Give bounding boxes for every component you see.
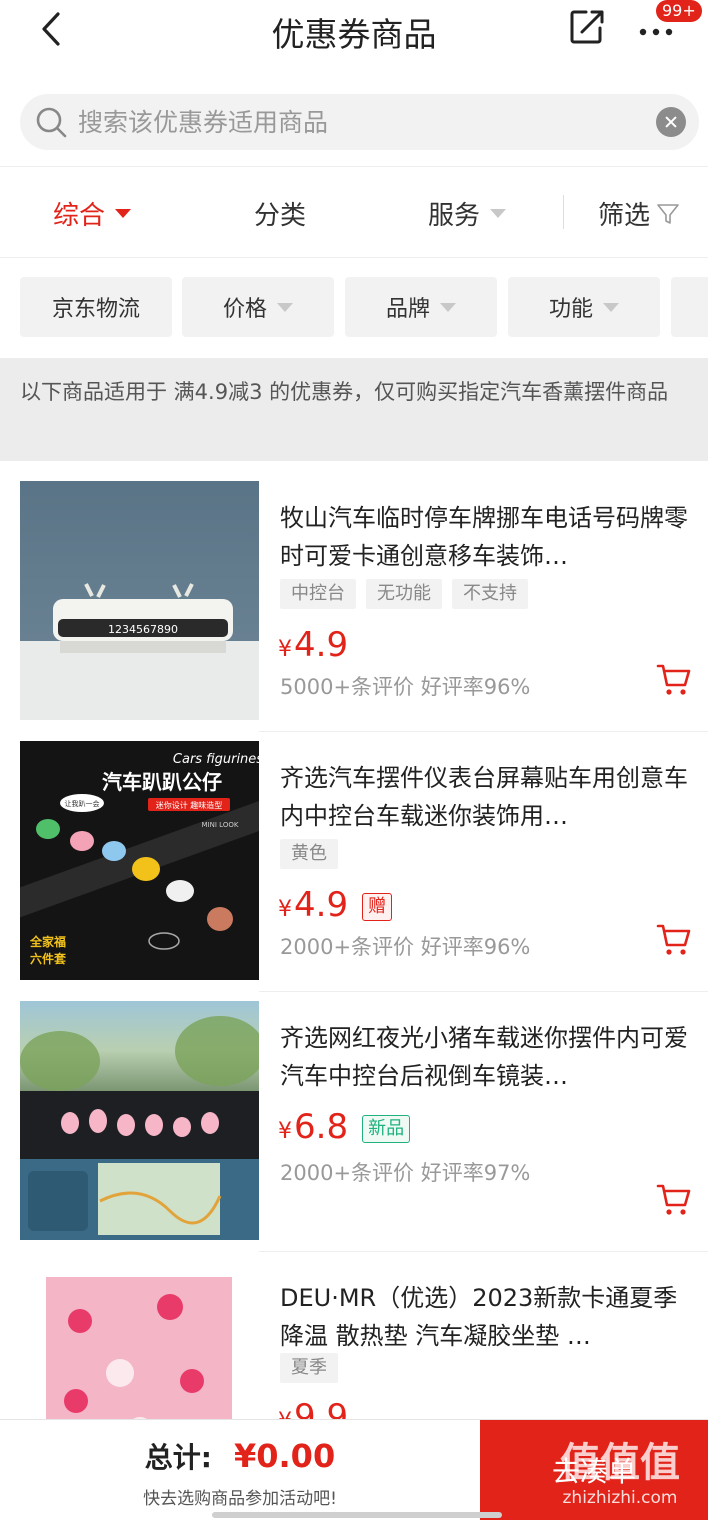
product-name[interactable]: 齐选网红夜光小猪车载迷你摆件内可爱汽车中控台后视倒车镜装… bbox=[280, 1019, 700, 1095]
image-text-bubble: 让我趴一会 bbox=[65, 799, 100, 808]
sort-comprehensive-label: 综合 bbox=[53, 201, 106, 231]
product-name[interactable]: 牧山汽车临时停车牌挪车电话号码牌零时可爱卡通创意移车装饰… bbox=[280, 499, 700, 575]
image-text-mini: MINI LOOK bbox=[202, 821, 239, 829]
home-indicator bbox=[212, 1512, 502, 1518]
sort-service-label: 服务 bbox=[428, 201, 481, 231]
image-text-set: 六件套 bbox=[30, 951, 67, 966]
total-amount: ¥0.00 bbox=[233, 1437, 336, 1475]
chip-more[interactable] bbox=[671, 277, 708, 337]
caret-down-icon bbox=[490, 209, 507, 218]
chip-label: 功能 bbox=[548, 297, 593, 322]
image-text-family: 全家福 bbox=[29, 934, 66, 949]
caret-down-icon bbox=[440, 302, 456, 312]
search-icon bbox=[36, 107, 67, 138]
new-badge: 新品 bbox=[362, 1115, 411, 1143]
product-image[interactable]: 1234567890 bbox=[20, 481, 259, 720]
divider bbox=[259, 991, 708, 992]
gift-badge: 赠 bbox=[362, 893, 393, 921]
chip-jd-logistics[interactable]: 京东物流 bbox=[20, 277, 172, 337]
divider bbox=[259, 731, 708, 732]
total-label: 总计: bbox=[144, 1441, 212, 1474]
price-currency: ¥ bbox=[278, 897, 292, 922]
sort-service[interactable]: 服务 bbox=[428, 195, 507, 232]
product-tag: 夏季 bbox=[280, 1353, 338, 1383]
watermark-logo-text: 值值值 bbox=[560, 1440, 680, 1486]
product-tag: 中控台 bbox=[280, 579, 356, 609]
product-reviews: 2000+条评价 好评率97% bbox=[280, 1161, 531, 1185]
search-bar bbox=[20, 94, 699, 150]
product-tags: 夏季 bbox=[280, 1353, 338, 1383]
image-text-en: Cars figurines bbox=[173, 752, 259, 767]
sort-category[interactable]: 分类 bbox=[254, 195, 306, 232]
chip-function[interactable]: 功能 bbox=[508, 277, 660, 337]
product-price: ¥ 4.9 bbox=[278, 625, 348, 665]
price-currency: ¥ bbox=[278, 1119, 292, 1144]
product-price: ¥ 6.8 新品 bbox=[278, 1107, 411, 1147]
clear-search-icon[interactable] bbox=[656, 107, 686, 137]
product-tag: 不支持 bbox=[452, 579, 528, 609]
filter-button[interactable]: 筛选 bbox=[598, 195, 680, 232]
funnel-icon bbox=[657, 203, 679, 224]
caret-down-icon bbox=[115, 209, 132, 218]
cart-icon[interactable] bbox=[656, 1181, 692, 1217]
product-item[interactable]: 1234567890 牧山汽车临时停车牌挪车电话号码牌零时可爱卡通创意移车装饰…… bbox=[0, 481, 708, 739]
watermark-domain: zhizhizhi.com bbox=[562, 1488, 678, 1508]
cart-icon[interactable] bbox=[656, 661, 692, 697]
search-input[interactable] bbox=[78, 94, 638, 150]
product-tag: 无功能 bbox=[366, 579, 442, 609]
message-count-badge: 99+ bbox=[656, 0, 702, 22]
caret-down-icon bbox=[603, 302, 619, 312]
product-tag: 黄色 bbox=[280, 839, 338, 869]
coupon-products-page: 优惠券商品 99+ 综合 分类 服务 bbox=[0, 0, 708, 1520]
image-text-title: 汽车趴趴公仔 bbox=[102, 770, 222, 794]
chip-label: 品牌 bbox=[385, 297, 430, 322]
sort-category-label: 分类 bbox=[254, 201, 307, 231]
filter-label: 筛选 bbox=[598, 201, 651, 231]
product-tags: 黄色 bbox=[280, 839, 338, 869]
product-item[interactable]: 齐选网红夜光小猪车载迷你摆件内可爱汽车中控台后视倒车镜装… ¥ 6.8 新品 2… bbox=[0, 1001, 708, 1259]
product-item[interactable]: Cars figurines 汽车趴趴公仔 迷你设计 趣味造型 MINI LOO… bbox=[0, 741, 708, 999]
product-image[interactable]: Cars figurines 汽车趴趴公仔 迷你设计 趣味造型 MINI LOO… bbox=[20, 741, 259, 980]
top-bar: 优惠券商品 99+ bbox=[0, 0, 708, 62]
chip-label: 价格 bbox=[222, 297, 267, 322]
chip-price[interactable]: 价格 bbox=[182, 277, 334, 337]
product-reviews: 2000+条评价 好评率96% bbox=[280, 935, 531, 959]
product-image-digits: 1234567890 bbox=[108, 623, 178, 636]
product-tags: 中控台 无功能 不支持 bbox=[280, 579, 528, 609]
price-value: 4.9 bbox=[294, 625, 349, 665]
site-watermark: 值值值 zhizhizhi.com bbox=[535, 1430, 705, 1520]
product-reviews: 5000+条评价 好评率96% bbox=[280, 675, 531, 699]
cart-icon[interactable] bbox=[656, 921, 692, 957]
share-icon[interactable] bbox=[566, 6, 608, 48]
chip-brand[interactable]: 品牌 bbox=[345, 277, 497, 337]
divider bbox=[259, 1251, 708, 1252]
product-name[interactable]: 齐选汽车摆件仪表台屏幕贴车用创意车内中控台车载迷你装饰用… bbox=[280, 759, 700, 835]
checkout-hint: 快去选购商品参加活动吧! bbox=[143, 1489, 337, 1509]
sort-divider bbox=[563, 195, 564, 229]
caret-down-icon bbox=[277, 302, 293, 312]
chip-label: 京东物流 bbox=[51, 297, 140, 322]
coupon-notice: 以下商品适用于 满4.9减3 的优惠券，仅可购买指定汽车香薰摆件商品 bbox=[0, 358, 708, 461]
sort-comprehensive[interactable]: 综合 bbox=[53, 195, 132, 232]
product-image[interactable] bbox=[20, 1001, 259, 1240]
product-price: ¥ 4.9 赠 bbox=[278, 885, 393, 925]
image-text-sub: 迷你设计 趣味造型 bbox=[156, 800, 223, 810]
total-row: 总计: ¥0.00 bbox=[0, 1436, 480, 1476]
product-name[interactable]: DEU·MR（优选）2023新款卡通夏季降温 散热垫 汽车凝胶坐垫 … bbox=[280, 1279, 700, 1355]
price-value: 6.8 bbox=[294, 1107, 349, 1147]
filter-chips: 京东物流 价格 品牌 功能 bbox=[0, 258, 708, 358]
price-value: 4.9 bbox=[294, 885, 349, 925]
price-currency: ¥ bbox=[278, 637, 292, 662]
sort-bar: 综合 分类 服务 筛选 bbox=[0, 167, 708, 257]
